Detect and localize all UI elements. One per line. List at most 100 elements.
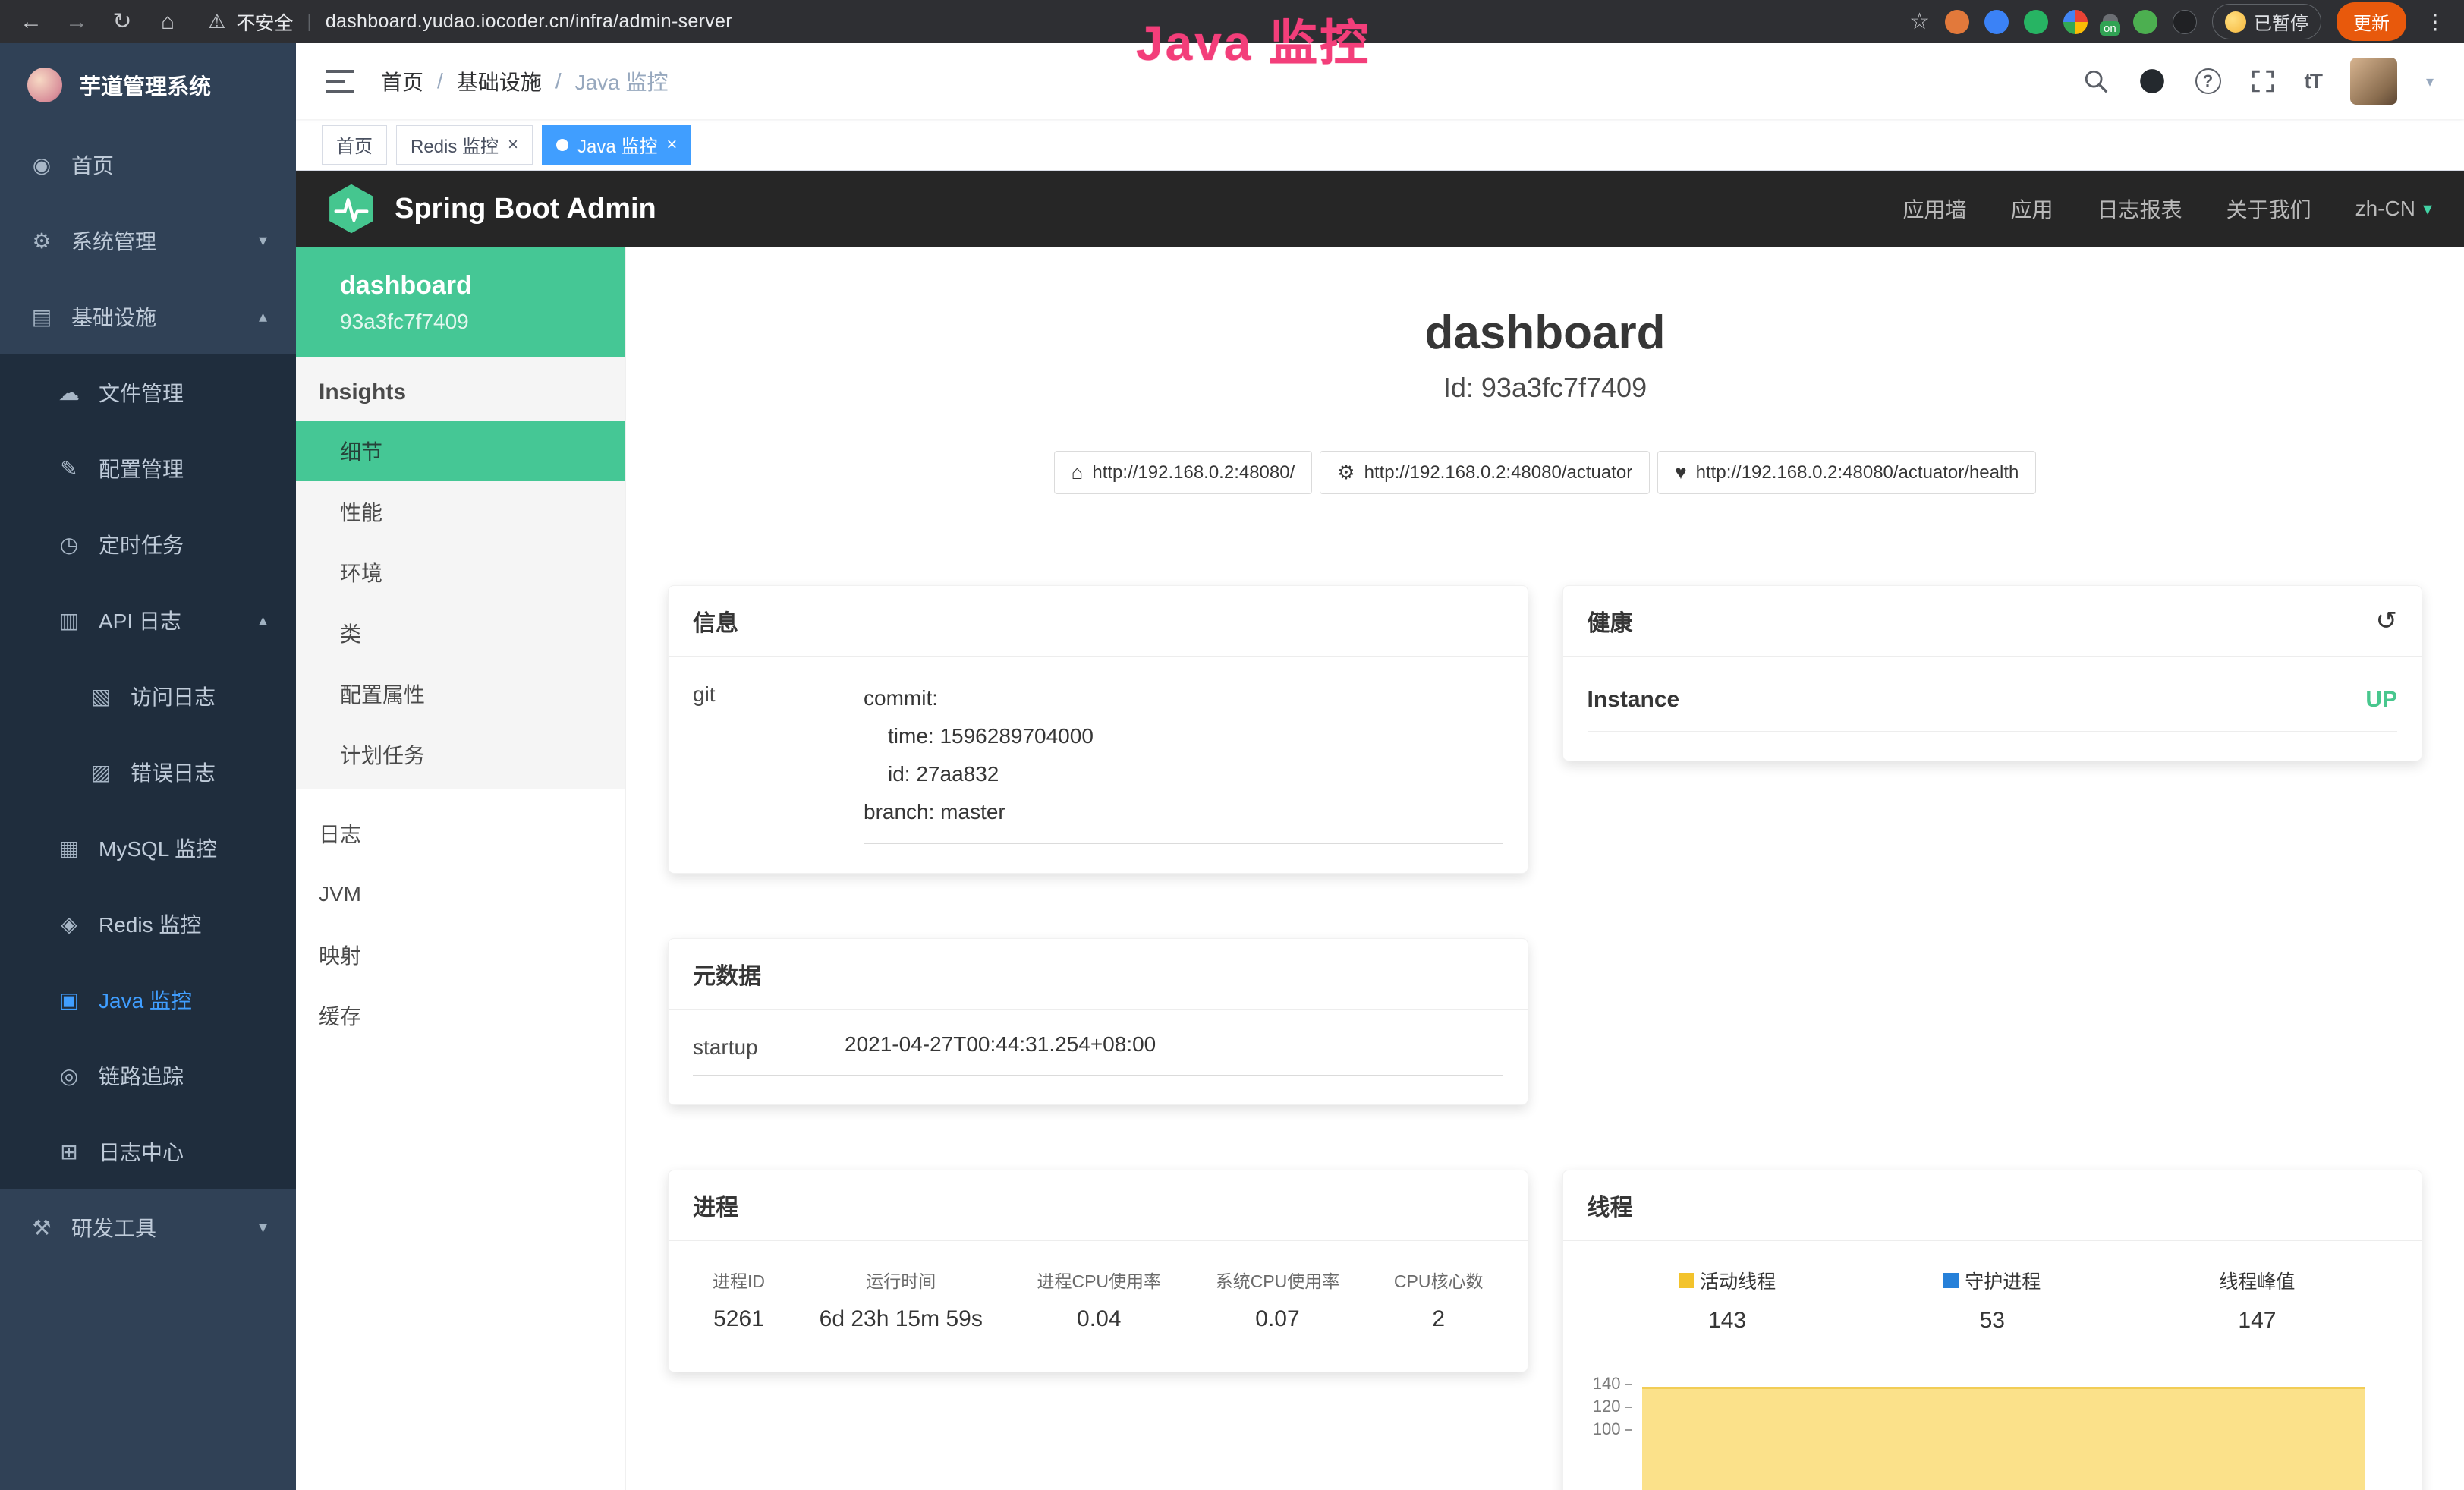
daemon-threads-swatch	[1943, 1273, 1959, 1288]
sidebar-item-mysql-monitor[interactable]: ▦ MySQL 监控	[0, 810, 296, 886]
sba-nav-journal[interactable]: 日志报表	[2097, 194, 2182, 224]
close-icon[interactable]: ×	[508, 134, 518, 156]
sidebar-item-file-management[interactable]: ☁ 文件管理	[0, 354, 296, 430]
metric-value: 0.04	[1037, 1306, 1161, 1332]
extension-icon[interactable]: on	[2103, 14, 2118, 30]
sba-item-metrics[interactable]: 性能	[296, 481, 625, 542]
sba-item-environment[interactable]: 环境	[296, 542, 625, 603]
sba-item-caches[interactable]: 缓存	[296, 985, 625, 1046]
sidebar-item-access-logs[interactable]: ▧ 访问日志	[0, 658, 296, 734]
github-icon[interactable]	[2138, 67, 2167, 96]
profile-paused-badge[interactable]: 已暂停	[2212, 4, 2321, 39]
infrastructure-icon: ▤	[29, 304, 55, 329]
sba-item-details[interactable]: 细节	[296, 421, 625, 481]
avatar-caret-icon[interactable]: ▾	[2426, 72, 2434, 91]
extension-icon[interactable]	[2133, 10, 2157, 34]
help-icon[interactable]: ?	[2195, 68, 2221, 94]
app-logo[interactable]: 芋道管理系统	[0, 43, 296, 127]
hamburger-icon[interactable]	[326, 70, 354, 93]
logo-avatar	[27, 68, 62, 102]
sidebar-item-error-logs[interactable]: ▨ 错误日志	[0, 734, 296, 810]
chevron-up-icon: ▴	[259, 307, 267, 326]
sidebar-item-api-logs[interactable]: ▥ API 日志 ▴	[0, 582, 296, 658]
search-icon[interactable]	[2083, 68, 2109, 94]
close-icon[interactable]: ×	[666, 134, 677, 156]
security-label: 不安全	[236, 8, 293, 36]
instance-health-row[interactable]: Instance UP	[1588, 679, 2398, 732]
active-threads-swatch	[1679, 1273, 1694, 1288]
active-threads-area	[1642, 1387, 2366, 1490]
git-commit-time: time: 1596289704000	[864, 717, 1503, 755]
bookmark-star-icon[interactable]: ☆	[1909, 8, 1930, 35]
sidebar-item-java-monitor[interactable]: ▣ Java 监控	[0, 962, 296, 1038]
health-card: 健康 ↺ Instance UP	[1562, 585, 2423, 761]
sidebar-item-infrastructure[interactable]: ▤ 基础设施 ▴	[0, 279, 296, 354]
tab-label: Java 监控	[577, 131, 657, 158]
tab-java-monitor[interactable]: Java 监控 ×	[542, 125, 691, 165]
sidebar-item-trace[interactable]: ◎ 链路追踪	[0, 1038, 296, 1114]
sba-nav-wallboard[interactable]: 应用墙	[1903, 194, 1967, 224]
extension-icon[interactable]	[1945, 10, 1969, 34]
process-card-title: 进程	[669, 1170, 1528, 1241]
metric-label: 运行时间	[820, 1267, 983, 1293]
reload-icon[interactable]: ↻	[106, 8, 138, 35]
sidebar-item-home[interactable]: ◉ 首页	[0, 127, 296, 203]
sba-sidebar: dashboard 93a3fc7f7409 Insights 细节 性能 环境…	[296, 247, 626, 1490]
language-selector[interactable]: zh-CN ▾	[2355, 197, 2432, 221]
sba-content: dashboard Id: 93a3fc7f7409 ⌂ http://192.…	[626, 247, 2464, 1490]
breadcrumb: 首页 / 基础设施 / Java 监控	[381, 66, 669, 96]
sidebar-item-scheduled-tasks[interactable]: ◷ 定时任务	[0, 506, 296, 582]
extension-icon[interactable]	[2063, 10, 2088, 34]
sidebar-item-system-management[interactable]: ⚙ 系统管理 ▾	[0, 203, 296, 279]
service-url-link[interactable]: ⌂ http://192.168.0.2:48080/	[1054, 451, 1313, 494]
browser-home-icon[interactable]: ⌂	[152, 9, 184, 35]
sidebar-item-dev-tools[interactable]: ⚒ 研发工具 ▾	[0, 1189, 296, 1265]
app-sidebar: 芋道管理系统 ◉ 首页 ⚙ 系统管理 ▾ ▤ 基础设施 ▴	[0, 43, 296, 1490]
forward-icon[interactable]: →	[61, 9, 93, 35]
sidebar-item-label: 访问日志	[131, 681, 216, 711]
chrome-toolbar-right: ☆ on 已暂停 更新 ⋮	[1909, 2, 2449, 41]
sidebar-item-label: MySQL 监控	[99, 833, 217, 863]
extension-icon[interactable]	[2173, 10, 2197, 34]
sidebar-item-label: 基础设施	[71, 301, 156, 332]
sba-item-mappings[interactable]: 映射	[296, 925, 625, 985]
fullscreen-icon[interactable]	[2250, 68, 2276, 94]
sba-item-logs[interactable]: 日志	[296, 803, 625, 864]
breadcrumb-infrastructure[interactable]: 基础设施	[457, 66, 542, 96]
font-size-icon[interactable]: tT	[2305, 69, 2321, 93]
extension-icon[interactable]	[1984, 10, 2009, 34]
actuator-url-link[interactable]: ⚙ http://192.168.0.2:48080/actuator	[1320, 451, 1650, 494]
back-icon[interactable]: ←	[15, 9, 47, 35]
sba-instance-block[interactable]: dashboard 93a3fc7f7409	[296, 247, 625, 357]
sidebar-item-log-center[interactable]: ⊞ 日志中心	[0, 1114, 296, 1189]
sba-item-classes[interactable]: 类	[296, 603, 625, 663]
threads-card-title: 线程	[1563, 1170, 2422, 1241]
tab-redis-monitor[interactable]: Redis 监控 ×	[396, 125, 533, 165]
sidebar-item-label: 系统管理	[71, 225, 156, 256]
health-card-title: 健康	[1588, 604, 1633, 638]
sba-nav-applications[interactable]: 应用	[2011, 194, 2053, 224]
sidebar-item-redis-monitor[interactable]: ◈ Redis 监控	[0, 886, 296, 962]
mysql-icon: ▦	[56, 836, 82, 861]
health-url-link[interactable]: ♥ http://192.168.0.2:48080/actuator/heal…	[1657, 451, 2036, 494]
spring-boot-admin-logo-icon	[328, 183, 375, 235]
sidebar-item-label: 首页	[71, 150, 114, 180]
kebab-menu-icon[interactable]: ⋮	[2422, 9, 2449, 34]
api-log-icon: ▥	[56, 608, 82, 633]
sba-nav-about[interactable]: 关于我们	[2226, 194, 2311, 224]
history-icon[interactable]: ↺	[2376, 606, 2398, 636]
log-center-icon: ⊞	[56, 1139, 82, 1164]
breadcrumb-home[interactable]: 首页	[381, 66, 423, 96]
sba-item-config-props[interactable]: 配置属性	[296, 663, 625, 724]
tab-home[interactable]: 首页	[322, 125, 387, 165]
sidebar-item-config-management[interactable]: ✎ 配置管理	[0, 430, 296, 506]
timer-icon: ◷	[56, 532, 82, 557]
sba-brand-title[interactable]: Spring Boot Admin	[395, 193, 656, 225]
user-avatar[interactable]	[2350, 58, 2397, 105]
extension-icon[interactable]	[2024, 10, 2048, 34]
address-bar[interactable]: ⚠ 不安全 | dashboard.yudao.iocoder.cn/infra…	[208, 8, 732, 36]
sba-item-jvm[interactable]: JVM	[296, 864, 625, 925]
redis-icon: ◈	[56, 912, 82, 937]
update-button[interactable]: 更新	[2337, 2, 2406, 41]
sba-item-scheduled-tasks[interactable]: 计划任务	[296, 724, 625, 785]
